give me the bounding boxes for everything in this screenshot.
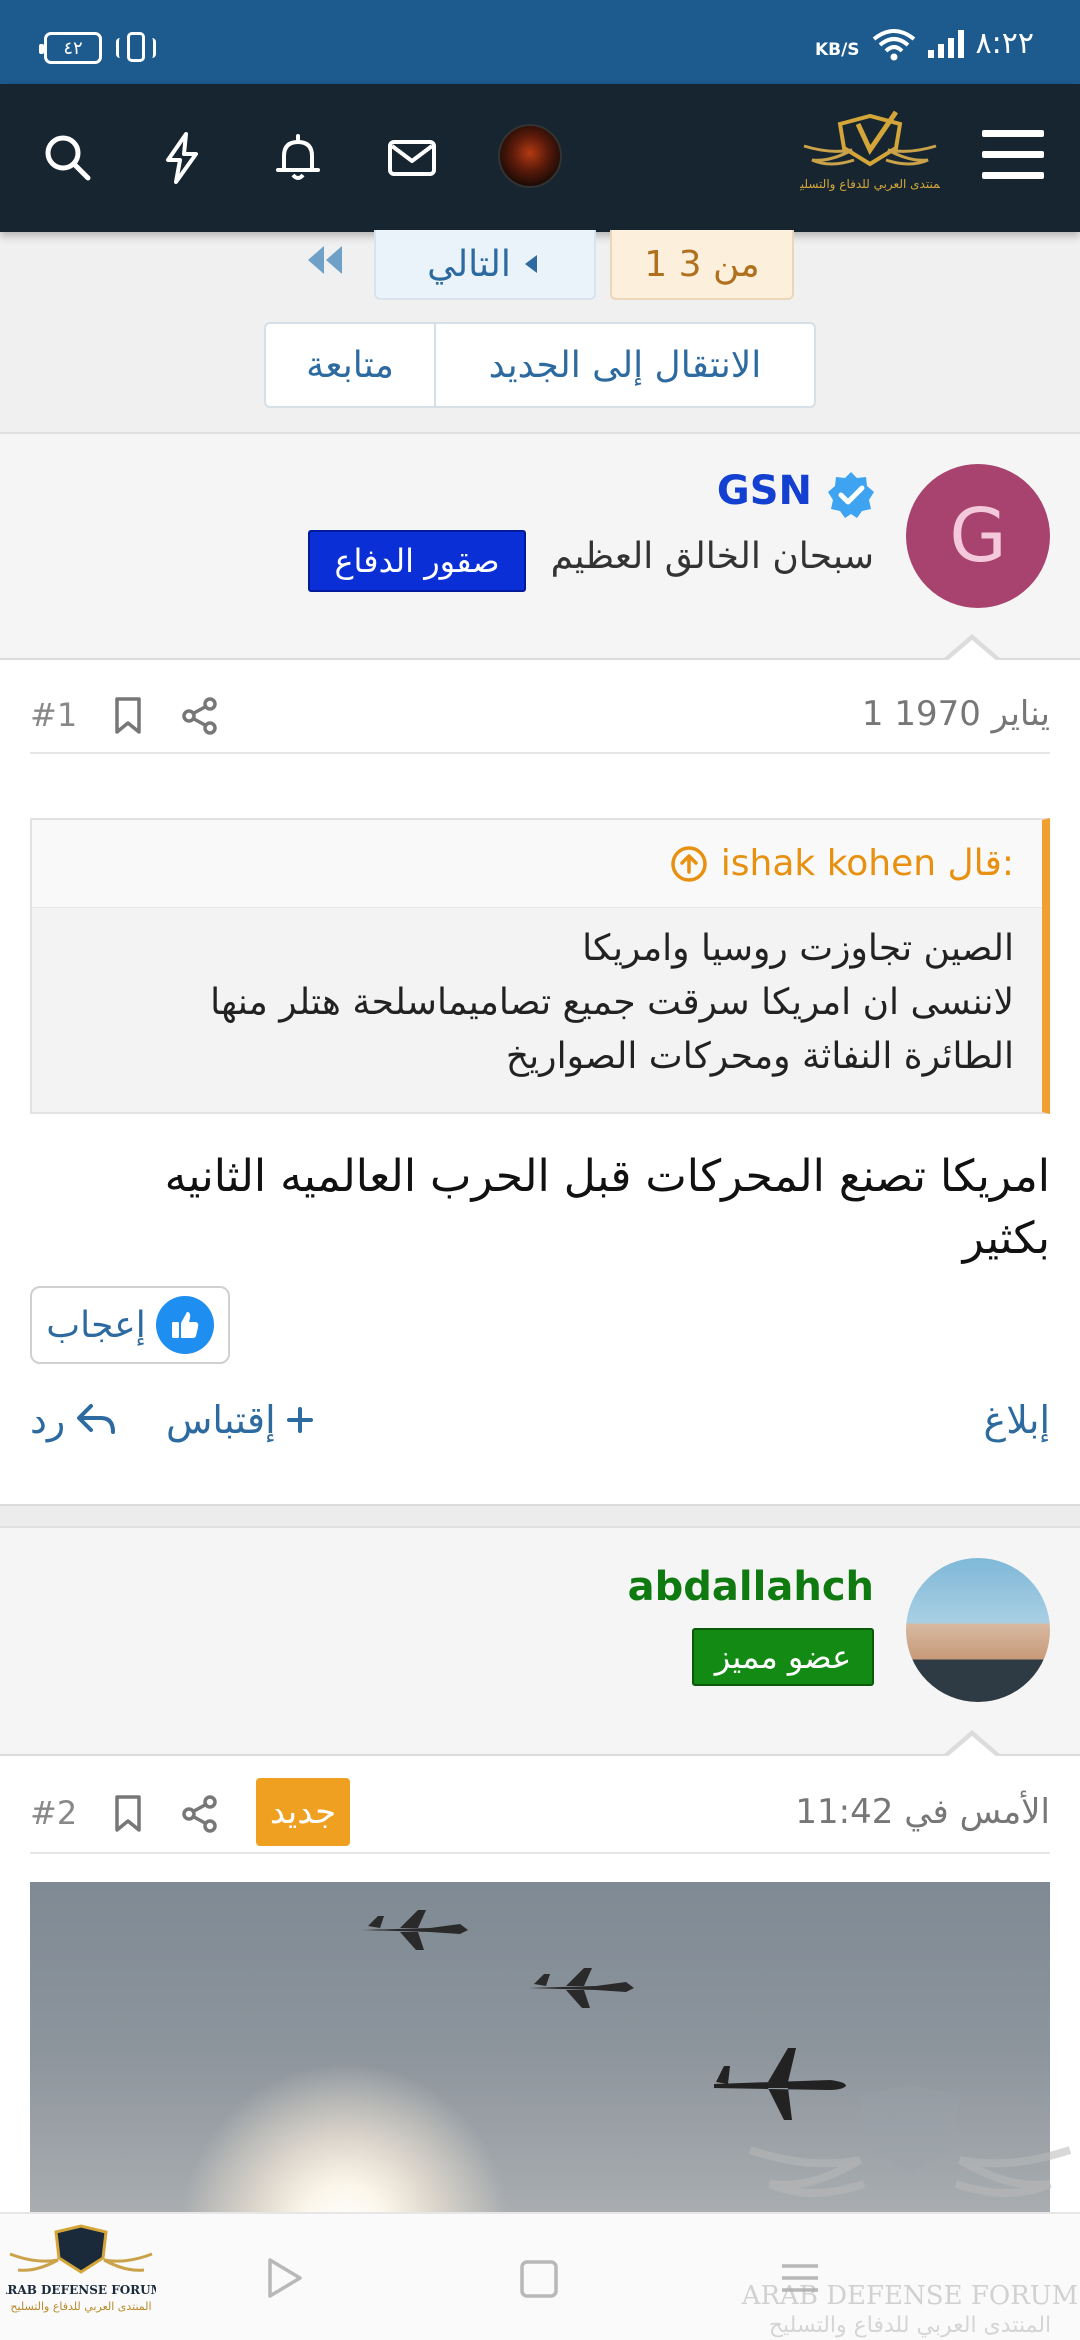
post-notch bbox=[946, 640, 998, 662]
user-group-badge: عضو مميز bbox=[692, 1628, 874, 1686]
message-line: بكثير bbox=[962, 1213, 1050, 1264]
network-speed: KB/S bbox=[814, 39, 860, 60]
verified-icon bbox=[828, 472, 874, 518]
quote-line: الطائرة النفاثة ومحركات الصواريخ bbox=[505, 1036, 1014, 1077]
divider bbox=[30, 1852, 1050, 1854]
current-page-indicator[interactable]: 1 من 3 bbox=[610, 230, 794, 300]
avatar-letter: G bbox=[949, 493, 1007, 579]
jet-silhouette bbox=[362, 1910, 468, 1950]
post-date[interactable]: الأمس في 11:42 bbox=[795, 1792, 1050, 1832]
logo-caption: المنتدى العربي للدفاع والتسليح bbox=[800, 177, 940, 192]
vibrate-icon bbox=[116, 30, 156, 66]
post-1: 1 يناير 1970 #1 ishak kohen قال: الصين ت… bbox=[0, 640, 1080, 1504]
search-icon[interactable] bbox=[40, 130, 96, 186]
post-number[interactable]: #2 bbox=[30, 1794, 77, 1832]
app-header: المنتدى العربي للدفاع والتسليح bbox=[0, 84, 1080, 232]
follow-button[interactable]: متابعة bbox=[266, 324, 436, 406]
user-avatar[interactable] bbox=[498, 124, 562, 188]
share-icon[interactable] bbox=[180, 696, 220, 736]
bookmark-icon[interactable] bbox=[112, 696, 144, 736]
caret-left-icon bbox=[524, 255, 537, 273]
reply-button[interactable]: رد bbox=[30, 1398, 117, 1442]
divider bbox=[30, 752, 1050, 754]
bookmark-icon[interactable] bbox=[112, 1794, 144, 1834]
quote-header[interactable]: ishak kohen قال: bbox=[32, 820, 1042, 908]
quote-line: لاننسى ان امريكا سرقت جميع تصاميماسلحة ه… bbox=[210, 982, 1014, 1023]
first-page-icon[interactable] bbox=[296, 238, 352, 282]
post-notch bbox=[946, 1736, 998, 1758]
menu-button[interactable] bbox=[982, 130, 1044, 184]
jet-silhouette bbox=[528, 1968, 634, 2008]
post-author-block: G GSN سبحان الخالق العظيم صقور الدفاع bbox=[0, 432, 1080, 660]
logo-caption-ar: المنتدى العربي للدفاع والتسليح bbox=[10, 2300, 151, 2313]
battery-icon: ٤٢ bbox=[39, 32, 102, 64]
like-button[interactable]: إعجاب bbox=[30, 1286, 230, 1364]
clock: ٨:٢٢ bbox=[975, 26, 1034, 61]
thumbs-up-icon bbox=[155, 1296, 214, 1354]
plus-icon bbox=[286, 1407, 313, 1433]
signal-icon bbox=[927, 29, 964, 58]
share-icon[interactable] bbox=[180, 1794, 220, 1834]
quote-author: ishak kohen قال: bbox=[720, 843, 1014, 884]
mail-icon[interactable] bbox=[384, 130, 440, 186]
quote-block: ishak kohen قال: الصين تجاوزت روسيا وامر… bbox=[30, 818, 1050, 1114]
watermark-title: ARAB DEFENSE FORUM bbox=[741, 2281, 1079, 2311]
author-title: سبحان الخالق العظيم bbox=[550, 536, 874, 577]
user-group-badge: صقور الدفاع bbox=[308, 530, 526, 592]
jump-to-new-button[interactable]: الانتقال إلى الجديد bbox=[436, 324, 814, 406]
author-avatar[interactable]: G bbox=[906, 464, 1050, 608]
follow-label: متابعة bbox=[306, 344, 394, 386]
pagination: التالي 1 من 3 متابعة الانتقال إلى الجديد bbox=[0, 230, 1080, 432]
author-avatar[interactable] bbox=[906, 1558, 1050, 1702]
next-page-label: التالي bbox=[427, 243, 511, 285]
reply-label: رد bbox=[30, 1398, 66, 1442]
logo-caption-en: ARAB DEFENSE FORUM bbox=[6, 2283, 156, 2297]
post-date[interactable]: 1 يناير 1970 bbox=[862, 694, 1050, 734]
sun-glare bbox=[180, 2062, 510, 2212]
post-message: امريكا تصنع المحركات قبل الحرب العالميه … bbox=[30, 1146, 1050, 1270]
post-number[interactable]: #1 bbox=[30, 696, 77, 734]
message-line: امريكا تصنع المحركات قبل الحرب العالميه … bbox=[164, 1151, 1050, 1202]
back-triangle-icon[interactable] bbox=[260, 2254, 308, 2302]
home-square-icon[interactable] bbox=[518, 2258, 560, 2300]
wifi-icon bbox=[872, 28, 915, 60]
bolt-icon[interactable] bbox=[154, 130, 210, 186]
quote-text: الصين تجاوزت روسيا وامريكا لاننسى ان امر… bbox=[32, 908, 1042, 1102]
report-button[interactable]: إبلاغ bbox=[984, 1398, 1050, 1442]
new-badge: جديد bbox=[256, 1778, 350, 1846]
arrow-up-circle-icon bbox=[671, 845, 707, 882]
next-page-button[interactable]: التالي bbox=[374, 230, 596, 300]
quote-line: الصين تجاوزت روسيا وامريكا bbox=[582, 928, 1014, 969]
forum-logo-small: ARAB DEFENSE FORUM المنتدى العربي للدفاع… bbox=[6, 2224, 156, 2313]
forum-logo[interactable]: المنتدى العربي للدفاع والتسليح bbox=[800, 102, 940, 212]
quote-action-label: إقتباس bbox=[166, 1398, 276, 1442]
author-username[interactable]: GSN bbox=[717, 468, 812, 514]
battery-level: ٤٢ bbox=[63, 37, 83, 59]
forum-watermark: ARAB DEFENSE FORUM المنتدى العربي للدفاع… bbox=[741, 2084, 1079, 2338]
post-separator bbox=[0, 1504, 1080, 1526]
thread-actions: متابعة الانتقال إلى الجديد bbox=[264, 322, 816, 408]
like-label: إعجاب bbox=[46, 1304, 146, 1346]
report-label: إبلاغ bbox=[983, 1398, 1050, 1442]
watermark-subtitle: المنتدى العربي للدفاع والتسليح bbox=[769, 2313, 1051, 2338]
jump-to-new-label: الانتقال إلى الجديد bbox=[488, 344, 762, 386]
bell-icon[interactable] bbox=[270, 130, 326, 186]
author-username[interactable]: abdallahch bbox=[628, 1564, 874, 1610]
reply-icon bbox=[77, 1404, 116, 1434]
current-page-label: 1 من 3 bbox=[644, 243, 760, 285]
status-bar: ٤٢ KB/S ٨:٢٢ bbox=[0, 0, 1080, 84]
quote-button[interactable]: إقتباس bbox=[166, 1398, 314, 1442]
post-author-block: abdallahch عضو مميز bbox=[0, 1526, 1080, 1756]
